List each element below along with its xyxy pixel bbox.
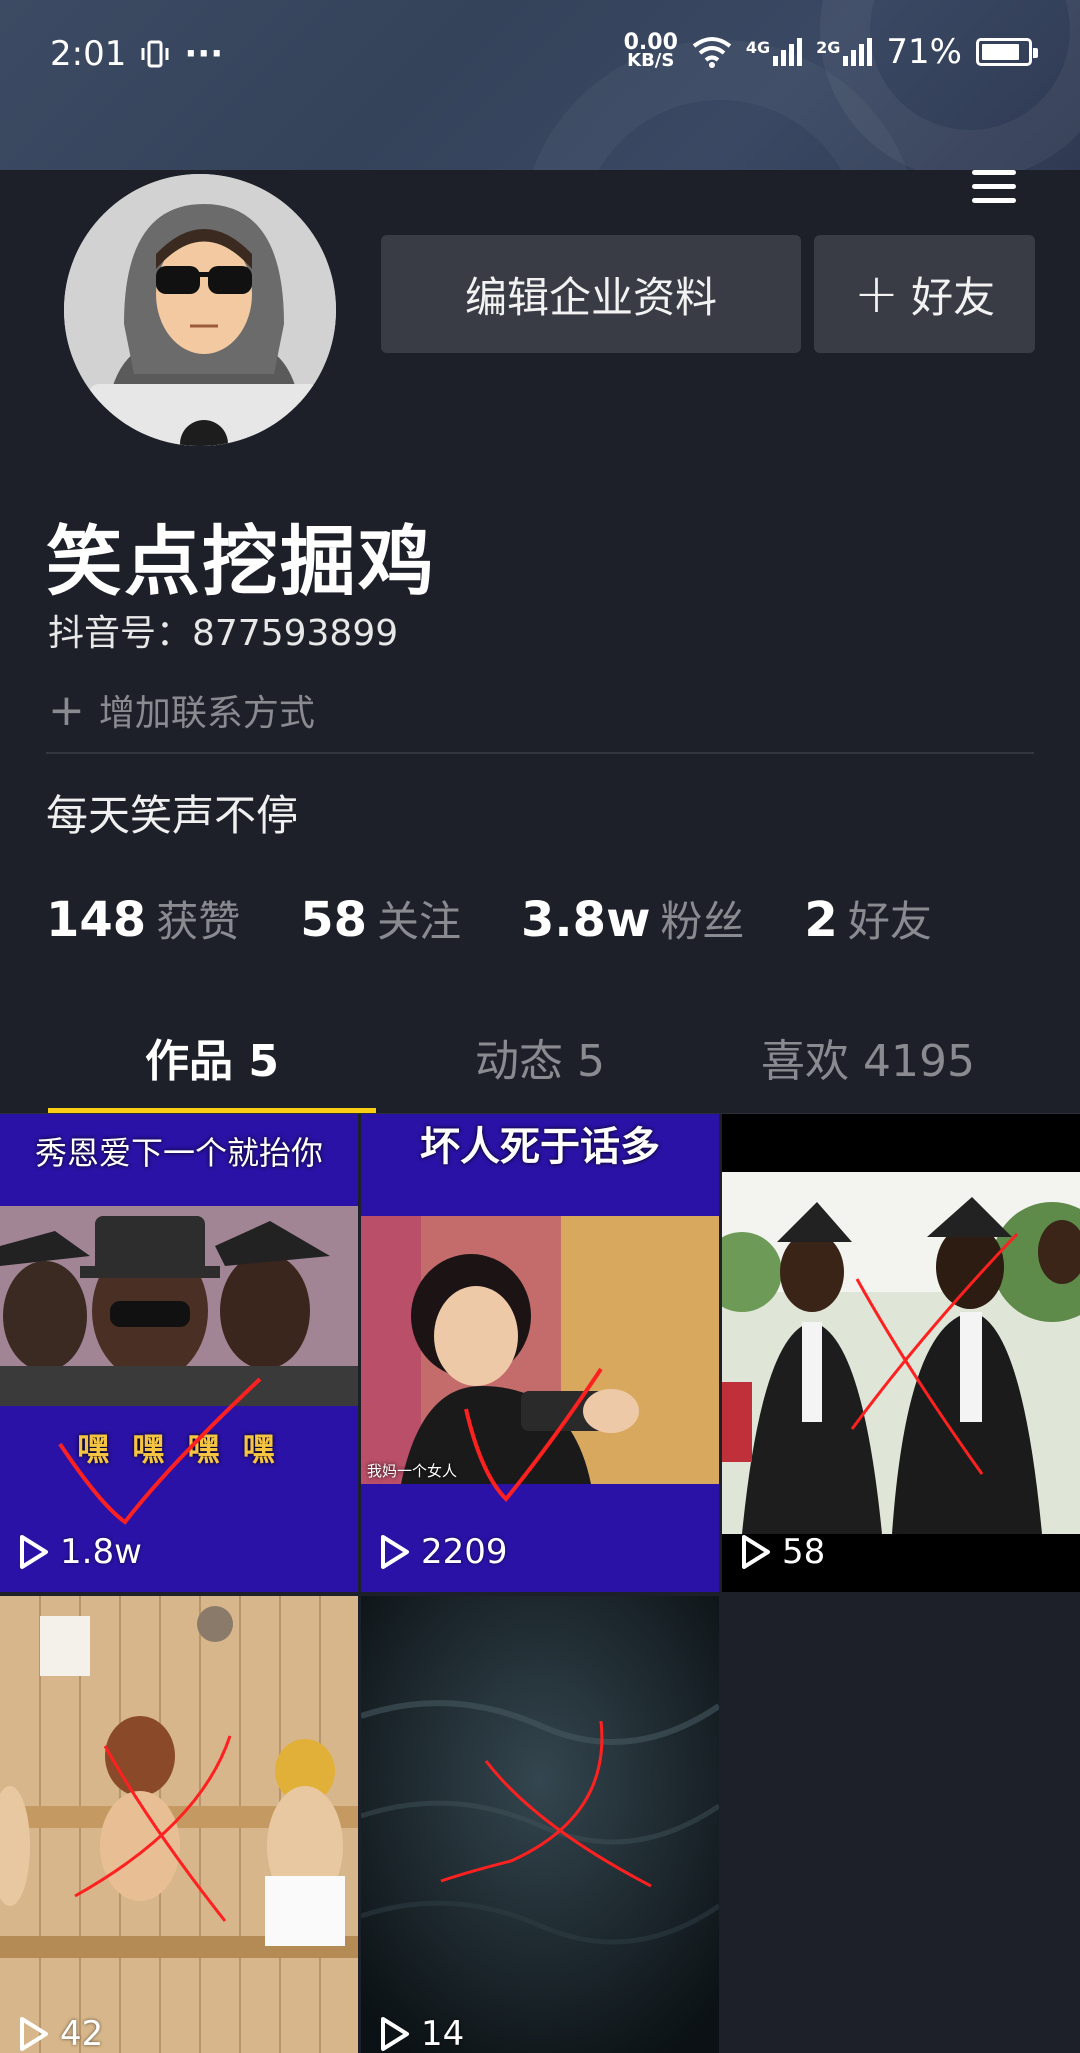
profile-bio: 每天笑声不停 xyxy=(46,791,299,840)
play-count: 14 xyxy=(379,2014,464,2053)
play-icon xyxy=(742,1535,770,1569)
douyin-id: 抖音号：877593899 xyxy=(48,613,399,654)
video-tile[interactable]: 秀恩爱下一个就抬你 嘿 嘿 嘿 嘿 1.8w xyxy=(0,1114,358,1592)
stat-followers[interactable]: 3.8w 粉丝 xyxy=(521,888,744,949)
video-tile[interactable]: 14 xyxy=(361,1596,719,2053)
stat-likes[interactable]: 148 获赞 xyxy=(46,888,240,949)
play-count: 58 xyxy=(740,1532,825,1572)
profile-page: 2:01 ··· 0.00 KB/S 4G 2G 71% 编辑企业资料 + 好友… xyxy=(0,0,1080,2053)
tab-works[interactable]: 作品 5 xyxy=(48,1000,376,1114)
video-tile[interactable]: 42 xyxy=(0,1596,358,2053)
wifi-icon xyxy=(692,37,732,68)
edit-company-profile-button[interactable]: 编辑企业资料 xyxy=(381,235,801,353)
red-cross-mark xyxy=(74,1735,232,1922)
red-check-mark xyxy=(464,1367,603,1502)
battery-percent: 71% xyxy=(886,32,962,72)
net-speed: 0.00 KB/S xyxy=(623,30,678,71)
red-check-mark xyxy=(58,1377,262,1525)
menu-icon[interactable] xyxy=(972,170,1016,206)
add-contact-button[interactable]: + 增加联系方式 xyxy=(48,684,315,736)
profile-name: 笑点挖掘鸡 xyxy=(46,517,436,606)
stat-following[interactable]: 58 关注 xyxy=(300,888,461,949)
play-icon xyxy=(381,2017,409,2051)
play-icon xyxy=(20,2017,48,2051)
tab-moments[interactable]: 动态 5 xyxy=(376,1000,704,1114)
play-count: 1.8w xyxy=(18,1532,142,1572)
signal-4g-icon: 4G xyxy=(746,38,803,66)
clock: 2:01 xyxy=(50,34,127,74)
red-cross-mark xyxy=(440,1720,652,1888)
avatar[interactable] xyxy=(60,170,340,450)
divider xyxy=(46,752,1034,754)
more-notifications-icon: ··· xyxy=(184,34,224,74)
plus-icon: + xyxy=(48,684,85,736)
video-tile[interactable]: 坏人死于话多 我妈一个女人 2209 xyxy=(361,1114,719,1592)
video-tile[interactable]: 58 xyxy=(722,1114,1080,1592)
status-bar: 2:01 ··· 0.00 KB/S 4G 2G 71% xyxy=(0,0,1080,170)
add-friend-button[interactable]: + 好友 xyxy=(814,235,1035,353)
signal-2g-icon: 2G xyxy=(816,38,873,66)
stats-row: 148 获赞 58 关注 3.8w 粉丝 2 好友 xyxy=(46,888,992,949)
play-count: 2209 xyxy=(379,1532,508,1572)
battery-icon xyxy=(976,38,1038,66)
vibrate-icon xyxy=(141,40,169,68)
red-cross-mark xyxy=(850,1232,1019,1475)
hooded-figure-icon xyxy=(64,174,336,446)
tab-likes[interactable]: 喜欢 4195 xyxy=(704,1000,1032,1114)
plus-icon: + xyxy=(853,262,900,325)
content-tabs: 作品 5 动态 5 喜欢 4195 xyxy=(0,1000,1080,1114)
play-icon xyxy=(381,1535,409,1569)
play-count: 42 xyxy=(18,2014,103,2053)
play-icon xyxy=(20,1535,48,1569)
stat-friends[interactable]: 2 好友 xyxy=(804,888,931,949)
